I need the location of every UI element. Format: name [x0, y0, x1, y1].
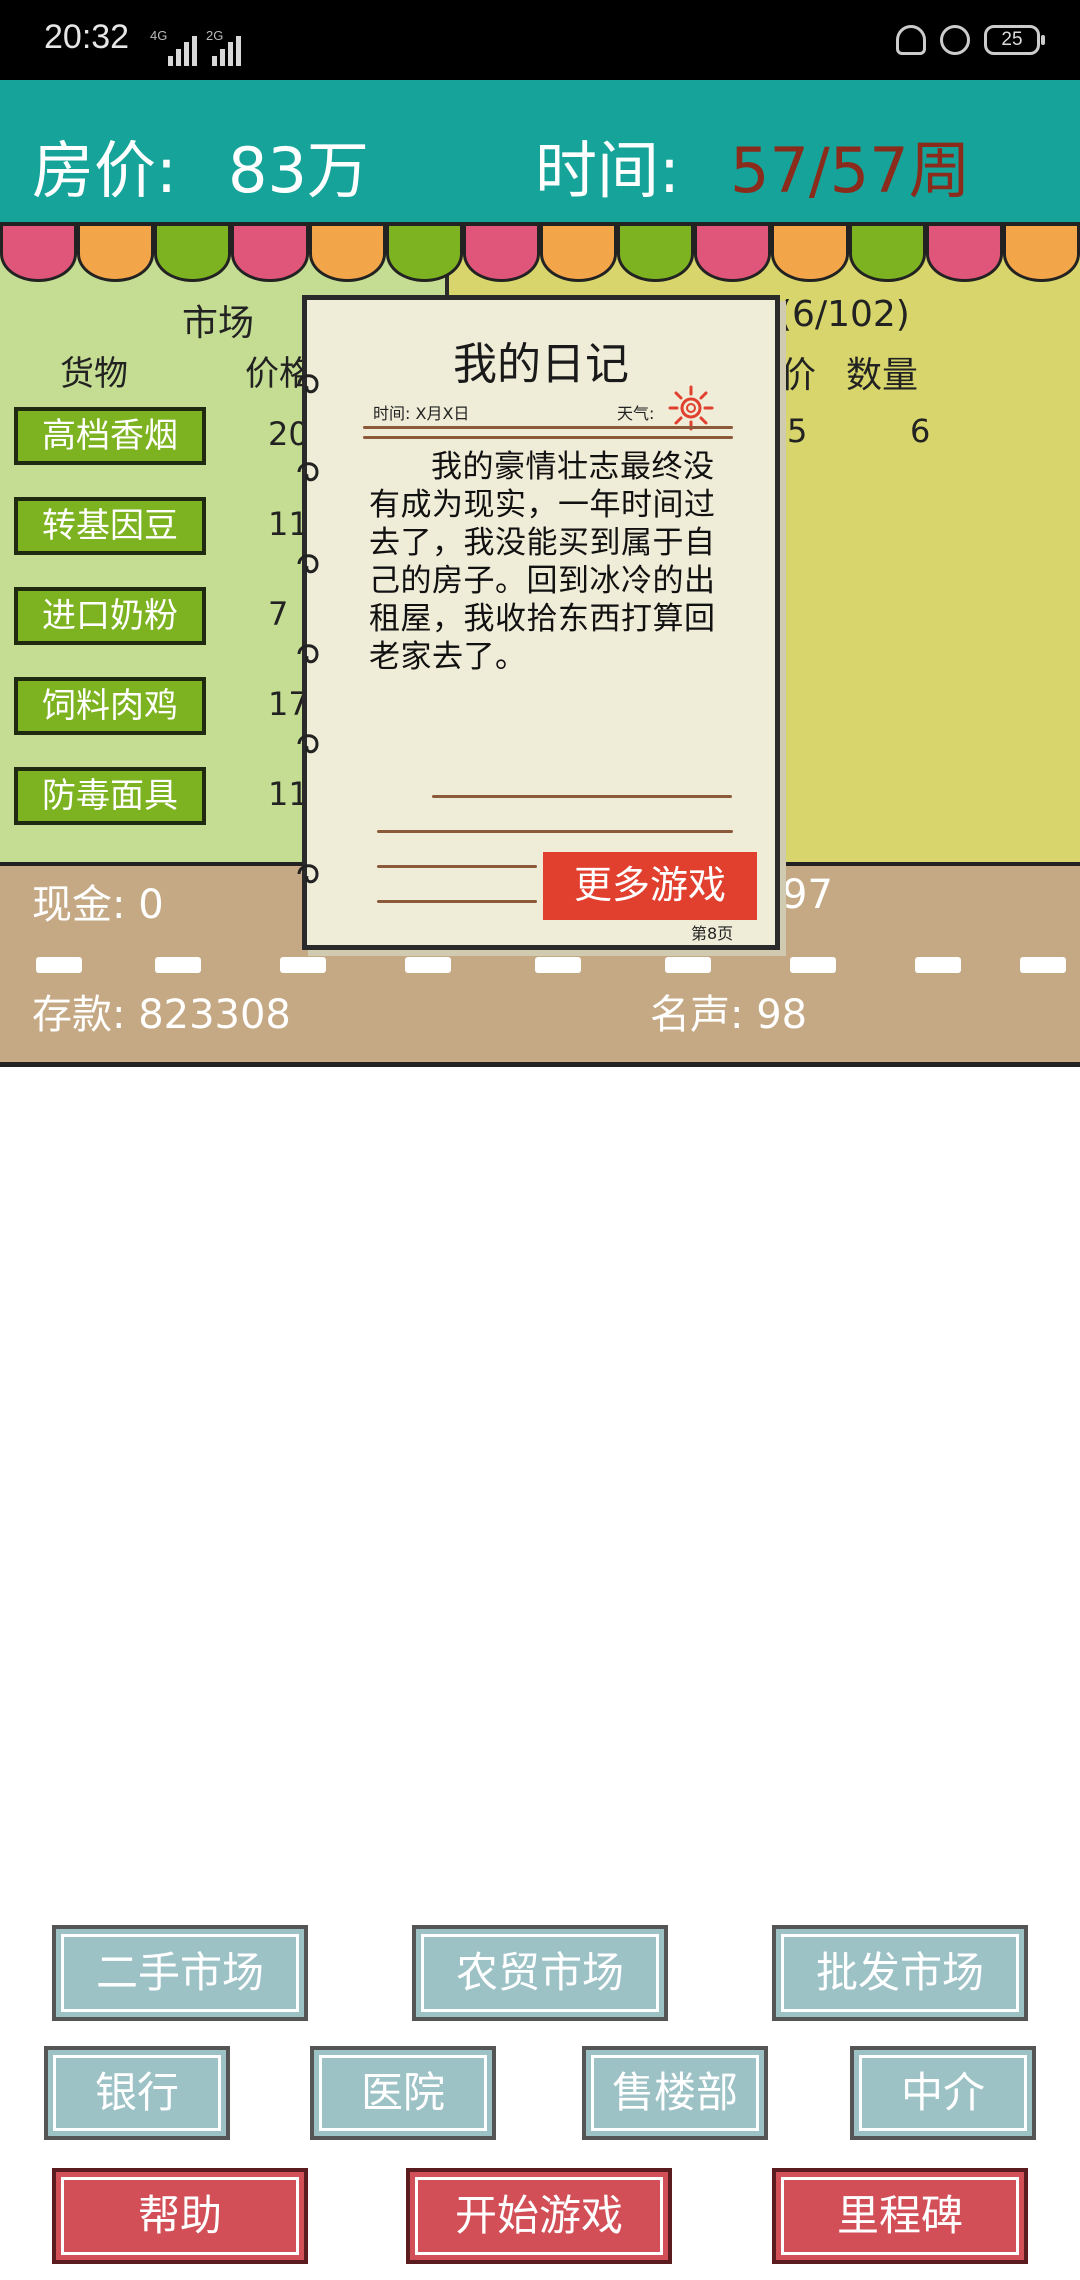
diary-title: 我的日记 [453, 339, 629, 390]
goods-button-gas-mask[interactable]: 防毒面具 [14, 767, 206, 825]
sales-office-button[interactable]: 售楼部 [582, 2046, 768, 2140]
diary-rule [377, 900, 537, 903]
goods-column-header: 货物 [60, 354, 128, 394]
savings-stat: 存款: 823308 [32, 992, 291, 1038]
goods-button-milk-powder[interactable]: 进口奶粉 [14, 587, 206, 645]
partial-stat: 97 [782, 872, 833, 918]
agency-button[interactable]: 中介 [850, 2046, 1036, 2140]
inventory-capacity: (6/102) [778, 294, 910, 335]
inventory-price: 5 [787, 412, 808, 450]
binder-ring-icon [297, 734, 319, 754]
awning [0, 222, 1080, 288]
hospital-button[interactable]: 医院 [310, 2046, 496, 2140]
inventory-qty-header: 数量 [846, 355, 919, 396]
road-dash [790, 957, 836, 973]
binder-ring-icon [297, 644, 319, 664]
diary-date: 时间: X月X日 [373, 404, 470, 423]
diary-rule [377, 865, 537, 868]
cash-stat: 现金: 0 [32, 882, 164, 928]
more-games-button[interactable]: 更多游戏 [543, 852, 757, 920]
milestones-button[interactable]: 里程碑 [772, 2168, 1028, 2264]
road-dash [915, 957, 961, 973]
network-type-1: 4G [150, 28, 168, 43]
start-game-button[interactable]: 开始游戏 [406, 2168, 672, 2264]
road-dash [155, 957, 201, 973]
goods-price: 7 [268, 595, 289, 633]
house-price-label: 房价: [32, 134, 177, 207]
time-label: 时间: [535, 134, 680, 207]
diary-rule [432, 795, 732, 798]
road-dash [535, 957, 581, 973]
bank-button[interactable]: 银行 [44, 2046, 230, 2140]
diary-rule [363, 426, 733, 429]
help-button[interactable]: 帮助 [52, 2168, 308, 2264]
diary-rule [363, 436, 733, 439]
diary-page-number: 第8页 [691, 924, 734, 943]
top-hud: 房价: 83万 时间: 57/57周 [0, 80, 1080, 230]
diary-text: 我的豪情壮志最终没有成为现实，一年时间过去了，我没能买到属于自己的房子。回到冰冷… [369, 449, 716, 675]
road-dash [280, 957, 326, 973]
wholesale-market-button[interactable]: 批发市场 [772, 1925, 1028, 2021]
mute-bell-icon [896, 25, 926, 55]
week-counter: 57/57周 [730, 134, 971, 207]
binder-ring-icon [297, 864, 319, 884]
farmers-market-button[interactable]: 农贸市场 [412, 1925, 668, 2021]
market-title: 市场 [182, 303, 255, 344]
goods-button-cigarettes[interactable]: 高档香烟 [14, 407, 206, 465]
house-price-value: 83万 [228, 134, 369, 207]
inventory-price-header: 价 [780, 355, 817, 396]
signal-icon [168, 36, 200, 70]
road-dash [665, 957, 711, 973]
sun-icon [668, 385, 714, 431]
inventory-qty: 6 [910, 412, 931, 450]
diary-dialog: 我的日记 时间: X月X日 天气: 我的豪情壮志最终没有成为现实，一年时间过去了… [297, 295, 780, 950]
second-hand-market-button[interactable]: 二手市场 [52, 1925, 308, 2021]
signal-icon [212, 36, 244, 70]
binder-ring-icon [297, 554, 319, 574]
status-bar: 20:32 4G 2G 25 [0, 0, 1080, 80]
fame-stat: 名声: 98 [650, 992, 808, 1038]
road-dash [405, 957, 451, 973]
goods-button-chicken[interactable]: 饲料肉鸡 [14, 677, 206, 735]
binder-ring-icon [297, 374, 319, 394]
road-dash [1020, 957, 1066, 973]
binder-ring-icon [297, 462, 319, 482]
diary-weather-label: 天气: [617, 404, 655, 423]
diary-rule [377, 830, 733, 833]
road-dash [36, 957, 82, 973]
battery-icon: 25 [984, 25, 1045, 55]
goods-button-gm-beans[interactable]: 转基因豆 [14, 497, 206, 555]
rotation-lock-icon [940, 25, 970, 55]
clock: 20:32 [44, 18, 130, 56]
